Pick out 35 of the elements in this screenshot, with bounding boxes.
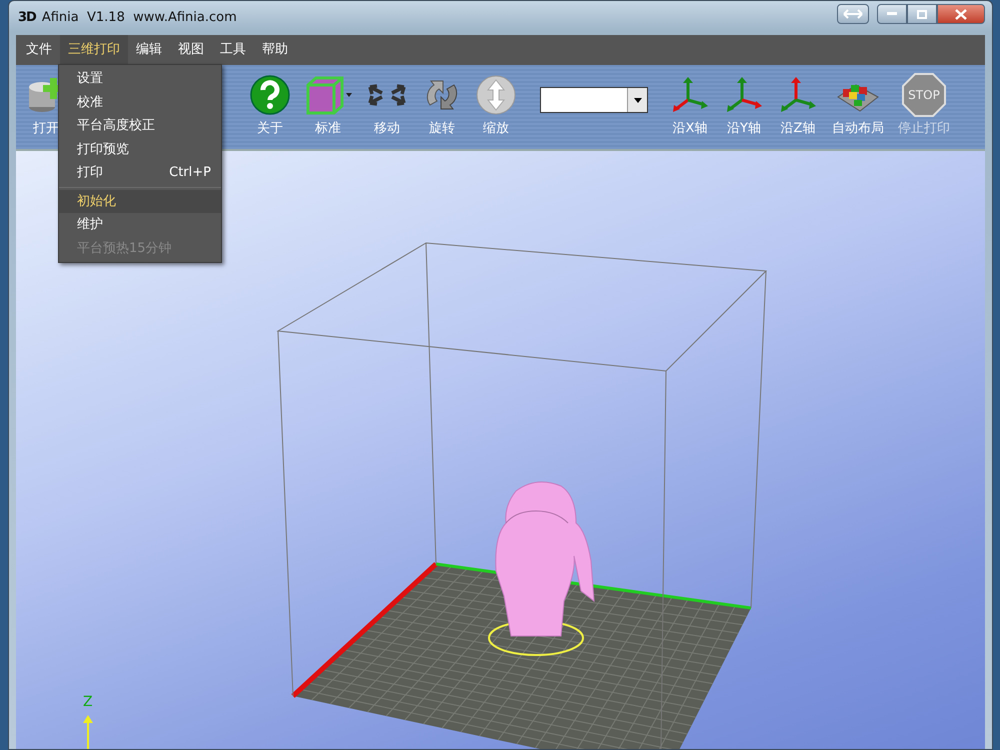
menu-item[interactable]: 初始化 [59,190,221,213]
dropdown-field[interactable] [540,87,648,113]
caret-icon [346,93,352,97]
minimize-icon [887,12,897,16]
minimize-button[interactable] [877,4,907,24]
close-icon [955,8,967,20]
axis-label: Z [83,694,93,710]
menu-item[interactable]: 视图 [170,35,212,65]
menu-item[interactable]: 平台高度校正 [59,114,221,138]
close-button[interactable] [937,4,985,24]
toolbar-button[interactable]: 关于 [246,73,294,138]
window-title: Afinia V1.18 www.Afinia.com [42,9,237,28]
menu-item[interactable]: 三维打印 [60,35,128,65]
menu-item[interactable]: 编辑 [128,35,170,65]
resize-button[interactable] [837,4,869,24]
z-axis-arrow [83,715,93,749]
menu-item[interactable]: 文件 [18,35,60,65]
app-logo: 3D [18,9,36,28]
question-icon [250,73,290,117]
toolbar-button[interactable]: 标准 [300,73,356,138]
toolbar-button[interactable]: 移动 [362,73,412,138]
maximize-button[interactable] [907,4,937,24]
updown-arrows-icon [476,73,516,117]
menu-item[interactable]: 帮助 [254,35,296,65]
menu-item[interactable]: 维护 [59,213,221,236]
double-arrow-icon [843,9,863,19]
toolbar-button[interactable]: 自动布局 [828,73,888,138]
stop-label: STOP [907,87,941,104]
caret-icon [627,88,647,112]
menu-item[interactable]: 打印 Ctrl+P [59,161,221,184]
menu-item[interactable]: 设置 [59,67,221,90]
maximize-icon [917,10,927,18]
menu-item[interactable]: 打印预览 [59,138,221,161]
menu-item[interactable]: 工具 [212,35,254,65]
menu-item[interactable]: 校准 [59,90,221,114]
